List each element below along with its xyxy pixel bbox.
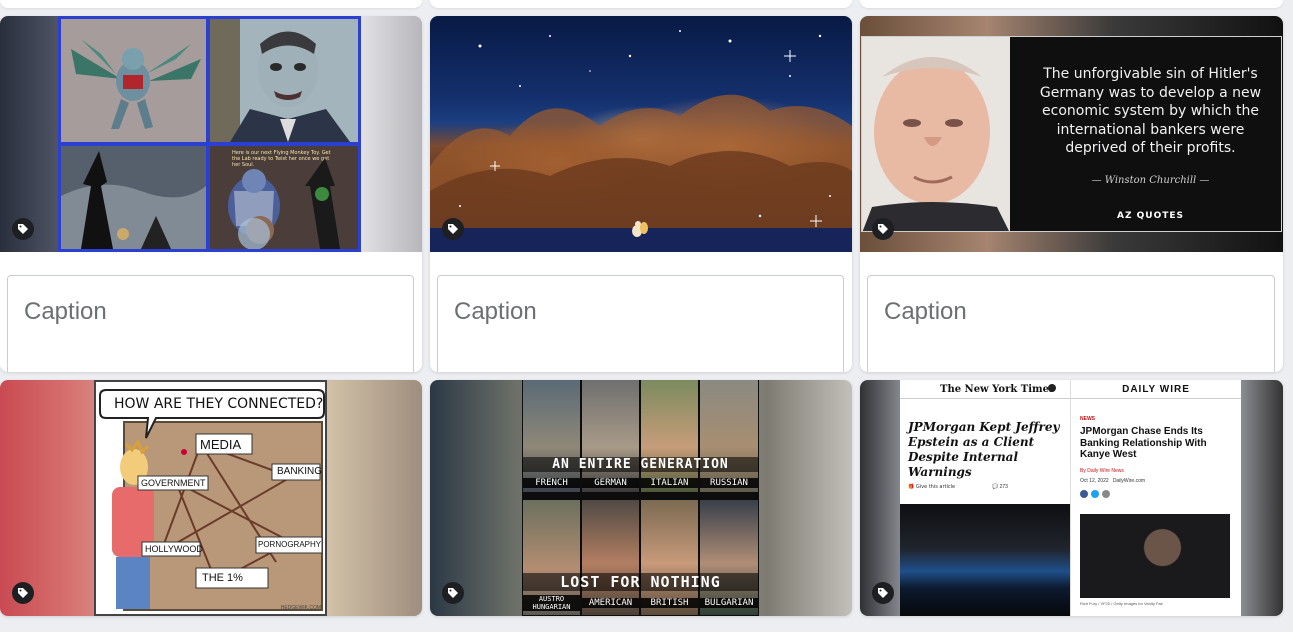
tag-icon bbox=[448, 588, 458, 598]
quote-text: The unforgivable sin of Hitler's Germany… bbox=[1039, 66, 1262, 156]
tag-button[interactable] bbox=[12, 582, 34, 604]
tag-icon bbox=[878, 588, 888, 598]
comic-speech-bubble: HOW ARE THEY CONNECTED? bbox=[114, 396, 324, 412]
meme-image[interactable]: The unforgivable sin of Hitler's Germany… bbox=[861, 36, 1282, 232]
card-bottom-edge bbox=[860, 0, 1283, 8]
byline: By Daily Wire News bbox=[1080, 468, 1124, 474]
meme-caption-text: Here is our next Flying Monkey Toy. Get … bbox=[232, 150, 331, 168]
nation-label: GERMAN bbox=[582, 478, 639, 488]
twitter-icon bbox=[1091, 490, 1099, 498]
dailywire-masthead: DAILY WIRE bbox=[1122, 384, 1190, 395]
meme-card: The unforgivable sin of Hitler's Germany… bbox=[860, 16, 1283, 372]
meme-image[interactable]: Here is our next Flying Monkey Toy. Get … bbox=[58, 16, 361, 252]
tag-icon bbox=[448, 224, 458, 234]
tag-icon bbox=[18, 588, 28, 598]
comic-label: GOVERNMENT bbox=[141, 478, 206, 488]
dailywire-photo bbox=[1080, 514, 1230, 598]
meme-image-area[interactable]: HOW ARE THEY CONNECTED? MEDIA BANKING GO… bbox=[0, 380, 422, 616]
meme-card: HOW ARE THEY CONNECTED? MEDIA BANKING GO… bbox=[0, 380, 422, 616]
facebook-icon bbox=[1080, 490, 1088, 498]
nation-label: BULGARIAN bbox=[700, 598, 758, 608]
share-icon bbox=[1102, 490, 1110, 498]
bottom-banner: LOST FOR NOTHING bbox=[522, 573, 759, 591]
meme-image[interactable]: AN ENTIRE GENERATION FRENCH GERMAN ITALI… bbox=[522, 380, 759, 616]
nyt-photo bbox=[900, 504, 1070, 616]
meme-image[interactable]: HOW ARE THEY CONNECTED? MEDIA BANKING GO… bbox=[94, 380, 327, 616]
comic-label: PORNOGRAPHY bbox=[258, 540, 322, 549]
nyt-headline: JPMorgan Kept Jeffrey Epstein as a Clien… bbox=[908, 420, 1060, 479]
nation-label: BRITISH bbox=[641, 598, 698, 608]
nation-label: ITALIAN bbox=[641, 478, 698, 488]
meme-image-area[interactable]: The New York Times JPMorgan Kept Jeffrey… bbox=[860, 380, 1283, 616]
caption-input[interactable] bbox=[884, 298, 1242, 326]
comic-credit: HEDGEWIK.COM bbox=[280, 605, 321, 611]
meme-image-area[interactable]: Here is our next Flying Monkey Toy. Get … bbox=[0, 16, 422, 252]
meme-card bbox=[430, 16, 852, 372]
caption-field-wrapper bbox=[7, 275, 414, 372]
meme-image-area[interactable] bbox=[430, 16, 852, 252]
account-icon bbox=[1048, 384, 1056, 392]
tag-button[interactable] bbox=[442, 218, 464, 240]
comment-count: 💬 273 bbox=[992, 484, 1008, 490]
meme-card: AN ENTIRE GENERATION FRENCH GERMAN ITALI… bbox=[430, 380, 852, 616]
card-bottom-edge bbox=[0, 0, 422, 8]
publish-date: Oct 12, 2022 DailyWire.com bbox=[1080, 478, 1146, 484]
caption-field-wrapper bbox=[867, 275, 1275, 372]
tag-button[interactable] bbox=[872, 218, 894, 240]
dailywire-headline: JPMorgan Chase Ends Its Banking Relation… bbox=[1080, 426, 1207, 460]
tag-button[interactable] bbox=[872, 582, 894, 604]
comic-label: HOLLYWOOD bbox=[145, 544, 203, 554]
caption-input[interactable] bbox=[24, 298, 381, 326]
photo-credit: Rich Fury / VF20 / Getty Images for Vani… bbox=[1080, 601, 1163, 606]
caption-input[interactable] bbox=[454, 298, 811, 326]
meme-image-area[interactable]: The unforgivable sin of Hitler's Germany… bbox=[860, 16, 1283, 252]
meme-image[interactable]: The New York Times JPMorgan Kept Jeffrey… bbox=[900, 380, 1241, 616]
section-label: NEWS bbox=[1080, 416, 1095, 422]
nyt-masthead: The New York Times bbox=[940, 384, 1055, 395]
comic-label: THE 1% bbox=[202, 572, 243, 584]
comic-label: BANKING bbox=[277, 466, 323, 477]
card-bottom-edge bbox=[430, 0, 852, 8]
dailywire-article: DAILY WIRE NEWS JPMorgan Chase Ends Its … bbox=[1071, 380, 1241, 616]
nation-label: AUSTRO HUNGARIAN bbox=[523, 595, 580, 611]
meme-card: Here is our next Flying Monkey Toy. Get … bbox=[0, 16, 422, 372]
tag-icon bbox=[18, 224, 28, 234]
nation-label: AMERICAN bbox=[582, 598, 639, 608]
nation-label: FRENCH bbox=[523, 478, 580, 488]
meme-image-area[interactable]: AN ENTIRE GENERATION FRENCH GERMAN ITALI… bbox=[430, 380, 852, 616]
share-icons bbox=[1080, 490, 1110, 498]
tag-button[interactable] bbox=[12, 218, 34, 240]
share-link: 🎁 Give this article bbox=[908, 484, 956, 490]
meme-card: The New York Times JPMorgan Kept Jeffrey… bbox=[860, 380, 1283, 616]
comic-label: MEDIA bbox=[200, 437, 242, 452]
quote-brand-logo: AZ QUOTES bbox=[1116, 211, 1184, 221]
quote-author: — Winston Churchill — bbox=[1091, 175, 1210, 186]
meme-gallery: Here is our next Flying Monkey Toy. Get … bbox=[0, 0, 1293, 632]
tag-button[interactable] bbox=[442, 582, 464, 604]
nation-label: RUSSIAN bbox=[700, 478, 758, 488]
nyt-article: The New York Times JPMorgan Kept Jeffrey… bbox=[900, 380, 1071, 616]
caption-field-wrapper bbox=[437, 275, 844, 372]
top-banner: AN ENTIRE GENERATION bbox=[522, 457, 759, 472]
tag-icon bbox=[878, 224, 888, 234]
meme-image[interactable] bbox=[430, 16, 852, 252]
